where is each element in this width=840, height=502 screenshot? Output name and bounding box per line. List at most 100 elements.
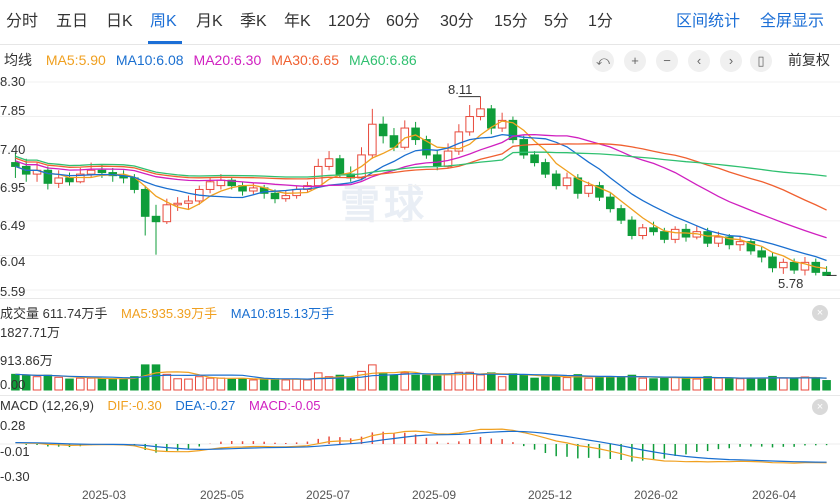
- macd-label: MACD (12,26,9): [0, 398, 94, 413]
- fullscreen-link[interactable]: 全屏显示: [760, 0, 824, 44]
- close-macd-icon[interactable]: ×: [812, 399, 828, 415]
- volume-bar: [173, 378, 182, 391]
- close-volume-icon[interactable]: ×: [812, 305, 828, 321]
- candle-body: [789, 261, 799, 271]
- price-chart[interactable]: [0, 70, 840, 300]
- volume-bar: [270, 378, 280, 391]
- ma-legend-item: MA60:6.86: [348, 52, 417, 68]
- candle-body: [151, 215, 161, 223]
- volume-bar: [32, 376, 42, 391]
- volume-ma5: MA5:935.39万手: [121, 306, 218, 321]
- tab-5[interactable]: 季K: [240, 0, 267, 44]
- next-icon[interactable]: ›: [720, 50, 742, 72]
- volume-bar: [476, 374, 485, 391]
- prev-icon[interactable]: ‹: [688, 50, 710, 72]
- macd-dif: DIF:-0.30: [107, 398, 162, 413]
- volume-bar: [800, 376, 810, 391]
- price-axis-label: 7.40: [0, 142, 26, 157]
- volume-bar: [584, 377, 593, 391]
- low-marker: 5.78: [778, 276, 804, 291]
- volume-bar: [292, 378, 301, 391]
- volume-label: 成交量 611.74万手: [0, 306, 108, 321]
- macd-legend: MACD (12,26,9) DIF:-0.30 DEA:-0.27 MACD:…: [0, 398, 331, 418]
- candle-body: [465, 116, 474, 133]
- macd-axis-mid: -0.01: [0, 444, 30, 459]
- volume-bar: [400, 372, 410, 391]
- active-tab-indicator: [148, 41, 182, 44]
- candle-body: [11, 162, 20, 167]
- tab-11[interactable]: 5分: [544, 0, 569, 44]
- candle-body: [54, 177, 63, 184]
- price-axis-label: 6.04: [0, 254, 26, 269]
- candle-body: [335, 158, 345, 175]
- volume-bar: [789, 377, 799, 391]
- candle-body: [411, 127, 420, 141]
- volume-bar: [411, 374, 420, 391]
- price-axis-label: 8.30: [0, 74, 26, 89]
- candle-body: [205, 181, 215, 190]
- zoom-out-icon[interactable]: −: [656, 50, 678, 72]
- volume-bar: [194, 376, 204, 391]
- macd-chart: [0, 428, 840, 464]
- volume-bar: [216, 377, 226, 391]
- volume-bar: [389, 374, 399, 391]
- tab-6[interactable]: 年K: [284, 0, 311, 44]
- price-axis-label: 7.85: [0, 103, 26, 118]
- tab-8[interactable]: 60分: [386, 0, 420, 44]
- volume-bar: [746, 377, 756, 391]
- ma-legend-label: 均线: [4, 52, 32, 68]
- volume-bar: [670, 377, 680, 391]
- price-axis-label: 5.59: [0, 284, 26, 299]
- zoom-in-icon[interactable]: +: [624, 50, 646, 72]
- range-stats-link[interactable]: 区间统计: [676, 0, 740, 44]
- macd-axis-bottom: -0.30: [0, 469, 30, 484]
- candle-body: [65, 177, 74, 183]
- volume-bar: [162, 373, 172, 391]
- candle-body: [173, 202, 182, 206]
- candle-body: [670, 228, 680, 240]
- candle-body: [605, 196, 615, 210]
- tab-0[interactable]: 分时: [6, 0, 38, 44]
- volume-bar: [595, 376, 604, 391]
- volume-bar: [259, 378, 269, 391]
- volume-bar: [551, 376, 561, 391]
- candle-body: [735, 241, 745, 246]
- candle-body: [541, 162, 550, 175]
- ma-legend-item: MA5:5.90: [45, 52, 106, 68]
- candle-body: [768, 256, 777, 269]
- volume-bar: [368, 364, 377, 391]
- volume-bar: [681, 376, 691, 391]
- tab-1[interactable]: 五日: [56, 0, 88, 44]
- volume-bar: [119, 378, 128, 391]
- volume-bar: [43, 374, 53, 391]
- tab-7[interactable]: 120分: [328, 0, 371, 44]
- ma-legend-item: MA30:6.65: [271, 52, 339, 68]
- candle-body: [97, 169, 107, 174]
- candle-body: [627, 219, 637, 237]
- volume-bar: [184, 378, 193, 391]
- tab-4[interactable]: 月K: [196, 0, 223, 44]
- candle-body: [660, 231, 669, 240]
- volume-bar: [303, 379, 312, 391]
- price-adjust-toggle[interactable]: 前复权: [788, 50, 830, 70]
- volume-bar: [281, 379, 291, 391]
- volume-bar: [811, 377, 821, 391]
- tab-10[interactable]: 15分: [494, 0, 528, 44]
- volume-bar: [497, 376, 507, 391]
- undo-icon[interactable]: ⤺: [592, 50, 614, 72]
- volume-bar: [443, 374, 453, 391]
- candle-body: [562, 177, 572, 187]
- tab-9[interactable]: 30分: [440, 0, 474, 44]
- volume-bar: [649, 378, 658, 391]
- tab-12[interactable]: 1分: [588, 0, 613, 44]
- volume-bar: [562, 377, 572, 391]
- candle-icon[interactable]: ▯: [750, 50, 772, 72]
- candle-body: [616, 208, 626, 221]
- tab-3[interactable]: 周K: [150, 0, 177, 44]
- candle-body: [324, 158, 334, 167]
- tab-2[interactable]: 日K: [106, 0, 133, 44]
- macd-value: MACD:-0.05: [248, 398, 321, 413]
- volume-axis-mid: 913.86万: [0, 353, 53, 368]
- candle-body: [216, 179, 226, 187]
- volume-bar: [432, 375, 442, 391]
